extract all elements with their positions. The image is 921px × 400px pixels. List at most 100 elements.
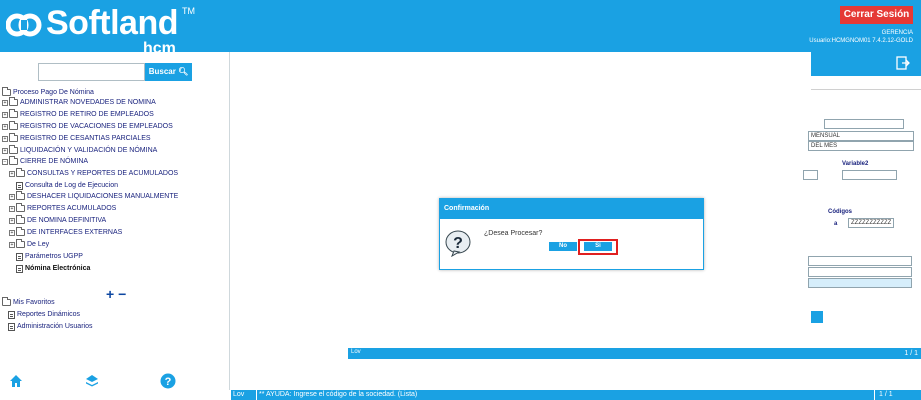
tree-subitem-label: DE NOMINA DEFINITIVA (27, 217, 107, 224)
tree-subitem-label: Consulta de Log de Ejecucion (25, 182, 119, 189)
tree-item-label: REGISTRO DE CESANTIAS PARCIALES (20, 135, 151, 142)
tree-item-label: ADMINISTRAR NOVEDADES DE NOMINA (20, 99, 156, 106)
help-icon[interactable]: ? (160, 373, 176, 389)
folder-icon (9, 97, 18, 106)
expand-icon[interactable]: + (2, 99, 8, 106)
favorite-label: Reportes Dinámicos (17, 311, 81, 318)
variable1-field[interactable] (803, 170, 818, 180)
logout-button[interactable]: Cerrar Sesión (840, 6, 913, 24)
tree-subitem-deley[interactable]: + De Ley (9, 239, 49, 250)
action-button[interactable] (811, 311, 823, 323)
tree-item-label: LIQUIDACIÓN Y VALIDACIÓN DE NÓMINA (20, 147, 158, 154)
favorites-root[interactable]: Mis Favoritos (2, 297, 55, 308)
folder-icon (16, 203, 25, 212)
document-icon (8, 322, 15, 331)
expand-icon[interactable]: + (2, 111, 8, 118)
folder-icon (16, 191, 25, 200)
export-icon[interactable] (896, 56, 910, 70)
panel-separator (811, 89, 921, 90)
folder-icon (16, 239, 25, 248)
status-help: ** AYUDA: Ingrese el código de la socied… (259, 391, 418, 398)
dialog-question: ¿Desea Procesar? (484, 230, 543, 237)
tree-item-liquidacion[interactable]: + LIQUIDACIÓN Y VALIDACIÓN DE NÓMINA (2, 145, 157, 156)
text-field[interactable] (808, 256, 912, 266)
question-icon: ? (445, 230, 471, 257)
tree-item-cesantias[interactable]: + REGISTRO DE CESANTIAS PARCIALES (2, 133, 151, 144)
favorite-usuarios[interactable]: Administración Usuarios (8, 321, 92, 332)
tree-subitem-definitiva[interactable]: + DE NOMINA DEFINITIVA (9, 215, 106, 226)
no-button[interactable]: No (549, 242, 577, 251)
logo-mark-icon (6, 13, 42, 37)
logo-text: Softland (46, 4, 178, 42)
status-bar: Lov ** AYUDA: Ingrese el código de la so… (231, 390, 921, 400)
tree-subitem-consultas[interactable]: + CONSULTAS Y REPORTES DE ACUMULADOS (9, 168, 178, 179)
favorite-label: Administración Usuarios (17, 323, 93, 330)
expand-icon[interactable]: + (9, 241, 15, 248)
expand-icon[interactable]: + (9, 205, 15, 212)
tree-subitem-label: CONSULTAS Y REPORTES DE ACUMULADOS (27, 170, 179, 177)
selected-field[interactable] (808, 278, 912, 288)
tree-item-novedades[interactable]: + ADMINISTRAR NOVEDADES DE NOMINA (2, 97, 156, 108)
document-icon (8, 310, 15, 319)
user-role: GERENCIA (881, 30, 913, 36)
status-mode: Lov (231, 390, 257, 400)
panel-page: 1 / 1 (811, 348, 921, 359)
folder-icon (9, 133, 18, 142)
folder-icon (9, 109, 18, 118)
confirmation-dialog: Confirmación ? ¿Desea Procesar? No Si (439, 198, 704, 270)
svg-text:?: ? (165, 376, 172, 388)
expand-icon[interactable]: + (9, 229, 15, 236)
tree-subitem-deshacer[interactable]: + DESHACER LIQUIDACIONES MANUALMENTE (9, 191, 178, 202)
tree-subitem-label: Nómina Electrónica (25, 265, 91, 272)
expand-icon[interactable]: + (2, 147, 8, 154)
tree-item-cierre[interactable]: − CIERRE DE NÓMINA (2, 156, 88, 167)
expand-icon[interactable]: + (9, 217, 15, 224)
tree-item-vacaciones[interactable]: + REGISTRO DE VACACIONES DE EMPLEADOS (2, 121, 173, 132)
tree-item-retiro[interactable]: + REGISTRO DE RETIRO DE EMPLEADOS (2, 109, 154, 120)
text-field[interactable] (824, 119, 904, 129)
layers-icon[interactable] (84, 373, 100, 389)
tree-subitem-nomina-electronica[interactable]: Nómina Electrónica (16, 263, 90, 274)
folder-open-icon (2, 87, 11, 96)
field-mensual[interactable]: MENSUAL (808, 131, 914, 141)
dialog-title: Confirmación (440, 199, 703, 219)
variable2-field[interactable] (842, 170, 897, 180)
tree-item-label: REGISTRO DE RETIRO DE EMPLEADOS (20, 111, 154, 118)
user-line: Usuario:HCMGNOM01 7.4.2.12-GOLD (809, 38, 913, 44)
folder-open-icon (2, 297, 11, 306)
favorite-reportes[interactable]: Reportes Dinámicos (8, 309, 80, 320)
expand-icon[interactable]: + (9, 193, 15, 200)
tree-subitem-label: DESHACER LIQUIDACIONES MANUALMENTE (27, 193, 179, 200)
tree-subitem-interfaces[interactable]: + DE INTERFACES EXTERNAS (9, 227, 122, 238)
yes-button[interactable]: Si (584, 242, 612, 251)
tree-subitem-ugpp[interactable]: Parámetros UGPP (16, 251, 83, 262)
codigos-label: Códigos (828, 209, 852, 215)
folder-icon (16, 227, 25, 236)
document-icon (16, 264, 23, 273)
search-icon: 🔍︎ (178, 67, 189, 76)
tree-subitem-label: REPORTES ACUMULADOS (27, 205, 117, 212)
expand-icon[interactable]: + (2, 123, 8, 130)
favorites-root-label: Mis Favoritos (13, 299, 55, 306)
tree-subitem-log[interactable]: Consulta de Log de Ejecucion (16, 180, 118, 191)
search-button[interactable]: Buscar 🔍︎ (145, 63, 192, 81)
tree-subitem-label: DE INTERFACES EXTERNAS (27, 229, 123, 236)
expand-icon[interactable]: + (9, 170, 15, 177)
codigos-field[interactable]: ZZZZZZZZZZZ (848, 218, 894, 228)
folder-open-icon (9, 156, 18, 165)
sidebar: Buscar 🔍︎ Proceso Pago De Nómina + ADMIN… (0, 52, 230, 390)
collapse-icon[interactable]: − (2, 158, 8, 165)
panel-footer (348, 348, 811, 359)
document-icon (16, 252, 23, 261)
expand-icon[interactable]: + (2, 135, 8, 142)
tree-item-label: REGISTRO DE VACACIONES DE EMPLEADOS (20, 123, 173, 130)
text-field[interactable] (808, 267, 912, 277)
field-del-mes[interactable]: DEL MES (808, 141, 914, 151)
search-input[interactable] (38, 63, 145, 81)
app-header: Softland TM hcm Cerrar Sesión GERENCIA U… (0, 0, 921, 57)
home-icon[interactable] (8, 373, 24, 389)
expand-collapse-controls[interactable]: + − (106, 286, 126, 302)
tree-subitem-reportes[interactable]: + REPORTES ACUMULADOS (9, 203, 116, 214)
panel-lov: Lov (351, 349, 361, 355)
folder-icon (9, 145, 18, 154)
